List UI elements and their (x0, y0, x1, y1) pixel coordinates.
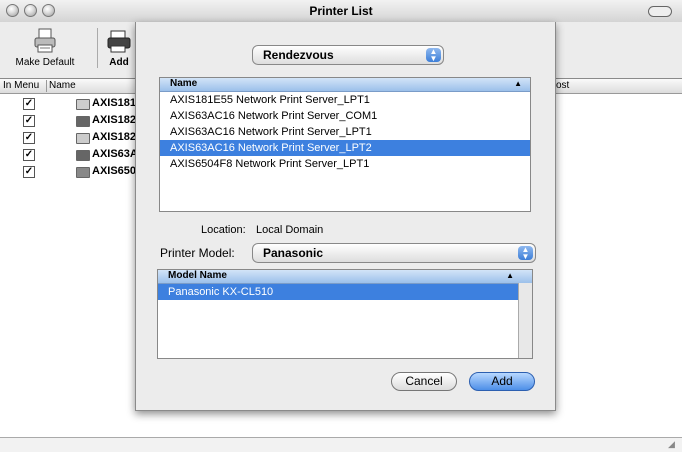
list-item-selected[interactable]: AXIS63AC16 Network Print Server_LPT2 (160, 140, 530, 156)
popup-arrows-icon: ▲ ▼ (426, 48, 441, 63)
add-printer-icon (107, 28, 131, 54)
name-column-header[interactable]: Name ▲ (160, 78, 530, 92)
add-label: Add (109, 57, 129, 68)
window-bottom-bar (0, 437, 682, 452)
printer-icon (76, 150, 90, 161)
location-value: Local Domain (256, 224, 324, 236)
list-item[interactable]: AXIS63AC16 Network Print Server_LPT1 (160, 124, 530, 140)
list-item[interactable]: AXIS63AC16 Network Print Server_COM1 (160, 108, 530, 124)
popup-arrows-icon: ▲ ▼ (518, 246, 533, 261)
list-item-selected[interactable]: Panasonic KX-CL510 (158, 284, 519, 300)
model-list-scrollbar[interactable] (518, 283, 532, 358)
model-list[interactable]: Model Name ▲ Panasonic KX-CL510 (157, 269, 533, 359)
printer-row[interactable]: ✓ AXIS650 (0, 164, 140, 180)
printer-row[interactable]: ✓ AXIS181 (0, 96, 140, 112)
list-item[interactable]: AXIS6504F8 Network Print Server_LPT1 (160, 156, 530, 172)
cancel-button[interactable]: Cancel (391, 372, 457, 391)
in-menu-checkbox[interactable]: ✓ (23, 149, 35, 161)
add-printer-button[interactable]: Add (104, 24, 134, 68)
printer-icon (76, 167, 90, 178)
connection-type-popup[interactable]: Rendezvous ▲ ▼ (252, 45, 444, 65)
printer-icon (76, 133, 90, 144)
printer-row[interactable]: ✓ AXIS182 (0, 130, 140, 146)
name-column-header[interactable]: Name (49, 80, 76, 91)
add-button[interactable]: Add (469, 372, 535, 391)
connection-type-value: Rendezvous (263, 48, 334, 62)
location-label: Location: (201, 224, 246, 236)
printer-row[interactable]: ✓ AXIS63A (0, 147, 140, 163)
add-printer-sheet: Rendezvous ▲ ▼ Name ▲ AXIS181E55 Network … (135, 22, 556, 411)
printer-icon (33, 28, 57, 54)
model-name-header-label: Model Name (168, 270, 227, 281)
model-name-column-header[interactable]: Model Name ▲ (158, 270, 532, 284)
sort-ascending-icon: ▲ (506, 271, 514, 280)
printer-icon (76, 99, 90, 110)
list-item[interactable]: AXIS181E55 Network Print Server_LPT1 (160, 92, 530, 108)
printer-name: AXIS181 (92, 97, 137, 109)
in-menu-column-header[interactable]: In Menu (3, 80, 39, 91)
title-bar: Printer List (0, 0, 682, 23)
printer-name: AXIS650 (92, 165, 137, 177)
sort-ascending-icon: ▲ (514, 79, 522, 88)
printer-row[interactable]: ✓ AXIS182 (0, 113, 140, 129)
printer-icon (76, 116, 90, 127)
in-menu-checkbox[interactable]: ✓ (23, 115, 35, 127)
printer-model-label: Printer Model: (160, 246, 235, 260)
name-header-label: Name (170, 78, 198, 89)
resize-grip-icon[interactable]: ◢ (668, 439, 675, 450)
printer-name: AXIS63A (92, 148, 138, 160)
in-menu-checkbox[interactable]: ✓ (23, 132, 35, 144)
printer-name: AXIS182 (92, 131, 137, 143)
window-title: Printer List (309, 4, 373, 18)
make-default-button[interactable]: Make Default (10, 24, 80, 68)
in-menu-checkbox[interactable]: ✓ (23, 166, 35, 178)
network-printer-list[interactable]: Name ▲ AXIS181E55 Network Print Server_L… (159, 77, 531, 212)
toolbar-toggle-button[interactable] (648, 6, 672, 17)
in-menu-checkbox[interactable]: ✓ (23, 98, 35, 110)
printer-name: AXIS182 (92, 114, 137, 126)
toolbar-divider (97, 28, 98, 68)
printer-model-value: Panasonic (263, 246, 324, 260)
host-column-header[interactable]: ost (556, 80, 569, 91)
make-default-label: Make Default (15, 57, 75, 68)
printer-model-popup[interactable]: Panasonic ▲ ▼ (252, 243, 536, 263)
